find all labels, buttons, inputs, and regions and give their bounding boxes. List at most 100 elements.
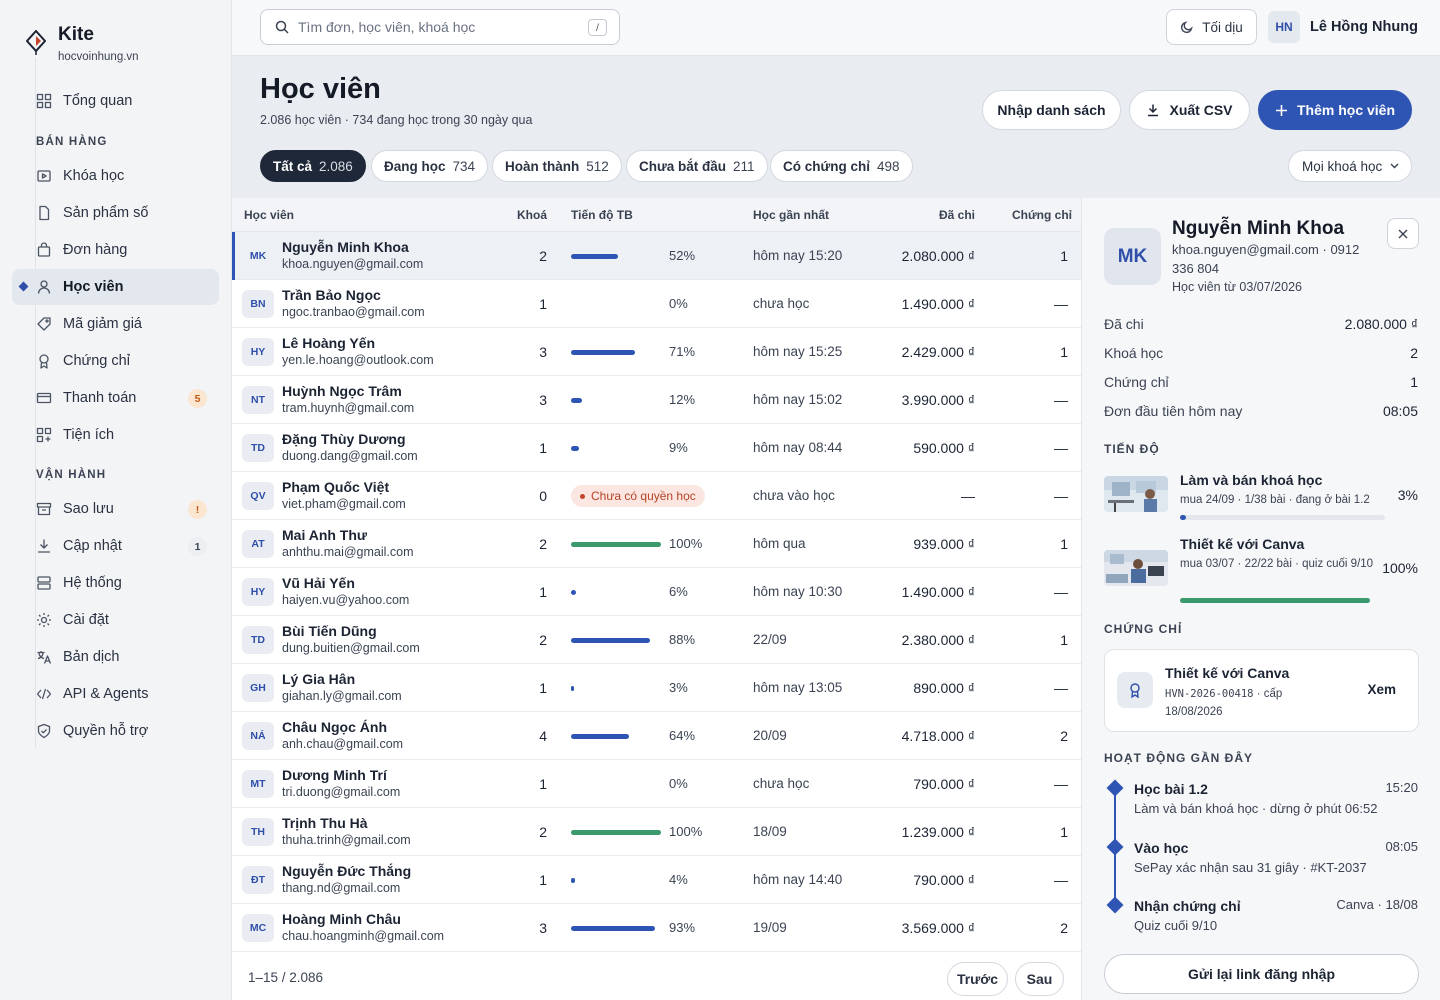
user-name[interactable]: Lê Hồng Nhung [1310, 19, 1418, 35]
last-study: 22/09 [753, 632, 787, 647]
col-progress[interactable]: Tiến độ TB [571, 208, 633, 222]
progress-pct: 0% [669, 776, 688, 791]
sidebar-item-thanh-toan[interactable]: Thanh toán 5 [12, 380, 219, 416]
filter-chip[interactable]: Chưa bắt đầu 211 [626, 150, 768, 182]
sidebar-item-quyen-ho-tro[interactable]: Quyền hỗ trợ [12, 713, 219, 749]
col-spent[interactable]: Đã chi [939, 208, 975, 222]
sidebar-item-overview[interactable]: Tổng quan [12, 83, 219, 119]
table-row[interactable]: MC Hoàng Minh Châu chau.hoangminh@gmail.co… [232, 904, 1081, 952]
sidebar-item-label: Chứng chỉ [63, 353, 130, 369]
sidebar-item-don-hang[interactable]: Đơn hàng [12, 232, 219, 268]
filter-chip[interactable]: Đang học 734 [371, 150, 489, 182]
course-title-1[interactable]: Làm và bán khoá học [1180, 472, 1322, 488]
table-row[interactable]: ĐT Nguyễn Đức Thắng thang.nd@gmail.com 1 4% h… [232, 856, 1081, 904]
cert-count: 2 [1060, 728, 1068, 744]
sidebar-item-api-agents[interactable]: API & Agents [12, 676, 219, 712]
avatar: HY [242, 578, 274, 606]
kite-logo-icon [26, 30, 46, 55]
col-courses[interactable]: Khoá [517, 208, 547, 222]
cert-count: 1 [1060, 536, 1068, 552]
progress-fill [571, 638, 650, 643]
sidebar-item-khoa-hoc[interactable]: Khóa học [12, 158, 219, 194]
last-study: 19/09 [753, 920, 787, 935]
col-certs[interactable]: Chứng chỉ [1012, 208, 1072, 222]
table-row[interactable]: HY Lê Hoàng Yến yen.le.hoang@outlook.com 3 7… [232, 328, 1081, 376]
filter-chip[interactable]: Có chứng chỉ 498 [770, 150, 913, 182]
students-table: Học viên Khoá Tiến độ TB Học gần nhất Đã… [232, 198, 1081, 1000]
course-progress-bar-1 [1180, 515, 1385, 520]
student-email: thuha.trinh@gmail.com [282, 833, 411, 847]
stat-value: 2 [1410, 345, 1418, 361]
table-row[interactable]: NÁ Châu Ngọc Ánh anh.chau@gmail.com 4 64% 20/… [232, 712, 1081, 760]
student-name: Trần Bảo Ngọc [282, 287, 381, 303]
table-row[interactable]: TH Trịnh Thu Hà thuha.trinh@gmail.com 2 100%… [232, 808, 1081, 856]
prev-page-button[interactable]: Trước [947, 962, 1008, 996]
amount-spent: 3.990.000 ₫ [901, 392, 975, 408]
sidebar-item-label: Quyền hỗ trợ [63, 723, 149, 739]
cert-count: — [1054, 392, 1068, 408]
progress-pct: 100% [669, 824, 703, 839]
add-student-button[interactable]: Thêm học viên [1258, 90, 1412, 130]
export-csv-button[interactable]: Xuất CSV [1129, 90, 1250, 130]
course-count: 3 [539, 344, 547, 360]
activity-time: 15:20 [1385, 780, 1418, 795]
search-box[interactable]: / [260, 9, 620, 45]
student-name: Huỳnh Ngọc Trâm [282, 383, 402, 399]
course-filter-select[interactable]: Mọi khoá học [1288, 150, 1412, 182]
progress-fill [571, 878, 575, 883]
close-panel-button[interactable] [1387, 218, 1419, 249]
progress-fill [571, 254, 618, 259]
student-name: Nguyễn Minh Khoa [282, 239, 409, 255]
sidebar-item-ban-dich[interactable]: Bản dịch [12, 639, 219, 675]
activity-title: Vào học [1134, 840, 1189, 856]
view-certificate-link[interactable]: Xem [1367, 682, 1396, 697]
sidebar-item-hoc-vien[interactable]: Học viên [12, 269, 219, 305]
user-avatar[interactable]: HN [1268, 11, 1300, 43]
sidebar-item-sao-luu[interactable]: Sao lưu! [12, 491, 219, 527]
table-row[interactable]: BN Trần Bảo Ngọc ngoc.tranbao@gmail.com 1 0%… [232, 280, 1081, 328]
table-row[interactable]: NT Huỳnh Ngọc Trâm tram.huynh@gmail.com 3 12… [232, 376, 1081, 424]
filter-chip[interactable]: Hoàn thành 512 [492, 150, 622, 182]
sidebar-item-cai-dat[interactable]: Cài đặt [12, 602, 219, 638]
import-list-button[interactable]: Nhập danh sách [982, 90, 1121, 130]
progress-bar [571, 926, 661, 931]
table-row[interactable]: HY Vũ Hải Yến haiyen.vu@yahoo.com 1 6% hôm na… [232, 568, 1081, 616]
table-row[interactable]: MK Nguyễn Minh Khoa khoa.nguyen@gmail.com 2… [232, 232, 1081, 280]
search-input[interactable] [298, 19, 578, 35]
code-icon [36, 686, 52, 702]
theme-toggle-button[interactable]: Tối dịu [1166, 9, 1257, 45]
col-last-study[interactable]: Học gần nhất [753, 208, 829, 222]
activity-desc: Quiz cuối 9/10 [1134, 918, 1218, 933]
course-count: 2 [539, 248, 547, 264]
sidebar-item-chung-chi[interactable]: Chứng chỉ [12, 343, 219, 379]
avatar: NÁ [242, 722, 274, 750]
student-email: tram.huynh@gmail.com [282, 401, 415, 415]
table-row[interactable]: AT Mai Anh Thư anhthu.mai@gmail.com 2 100% hô… [232, 520, 1081, 568]
translate-icon [36, 649, 52, 665]
student-detail-panel: MK Nguyễn Minh Khoa khoa.nguyen@gmail.co… [1081, 198, 1440, 1000]
certificate-card[interactable]: Thiết kế với Canva HVN-2026-00418 · cấp … [1104, 649, 1419, 732]
cert-count: 1 [1060, 344, 1068, 360]
amount-spent: 1.490.000 ₫ [901, 296, 975, 312]
sidebar-item-san-pham-so[interactable]: Sản phẩm số [12, 195, 219, 231]
student-email: ngoc.tranbao@gmail.com [282, 305, 425, 319]
sidebar-item-cap-nhat[interactable]: Cập nhật 1 [12, 528, 219, 564]
table-row[interactable]: QV Phạm Quốc Việt viet.pham@gmail.com 0 Chưa… [232, 472, 1081, 520]
filter-chip[interactable]: Tất cả 2.086 [260, 150, 366, 182]
col-student[interactable]: Học viên [244, 208, 294, 222]
course-meta-2: mua 03/07 · 22/22 bài · quiz cuối 9/10 [1180, 558, 1374, 570]
next-page-button[interactable]: Sau [1015, 962, 1064, 996]
avatar: QV [242, 482, 274, 510]
sidebar-item-ma-giam-gia[interactable]: Mã giảm giá [12, 306, 219, 342]
course-title-2[interactable]: Thiết kế với Canva [1180, 536, 1304, 552]
progress-bar [571, 734, 661, 739]
sidebar-item-label: Bản dịch [63, 649, 120, 665]
table-row[interactable]: TD Đặng Thùy Dương duong.dang@gmail.com 1 9%… [232, 424, 1081, 472]
detail-since: Học viên từ 03/07/2026 [1172, 280, 1302, 294]
table-row[interactable]: TD Bùi Tiến Dũng dung.buitien@gmail.com 2 88… [232, 616, 1081, 664]
sidebar-item-he-thong[interactable]: Hệ thống [12, 565, 219, 601]
resend-login-link-button[interactable]: Gửi lại link đăng nhập [1104, 954, 1419, 994]
sidebar-item-tien-ich[interactable]: Tiện ích [12, 417, 219, 453]
table-row[interactable]: MT Dương Minh Trí tri.duong@gmail.com 1 0% ch… [232, 760, 1081, 808]
table-row[interactable]: GH Lý Gia Hân giahan.ly@gmail.com 1 3% hôm na… [232, 664, 1081, 712]
